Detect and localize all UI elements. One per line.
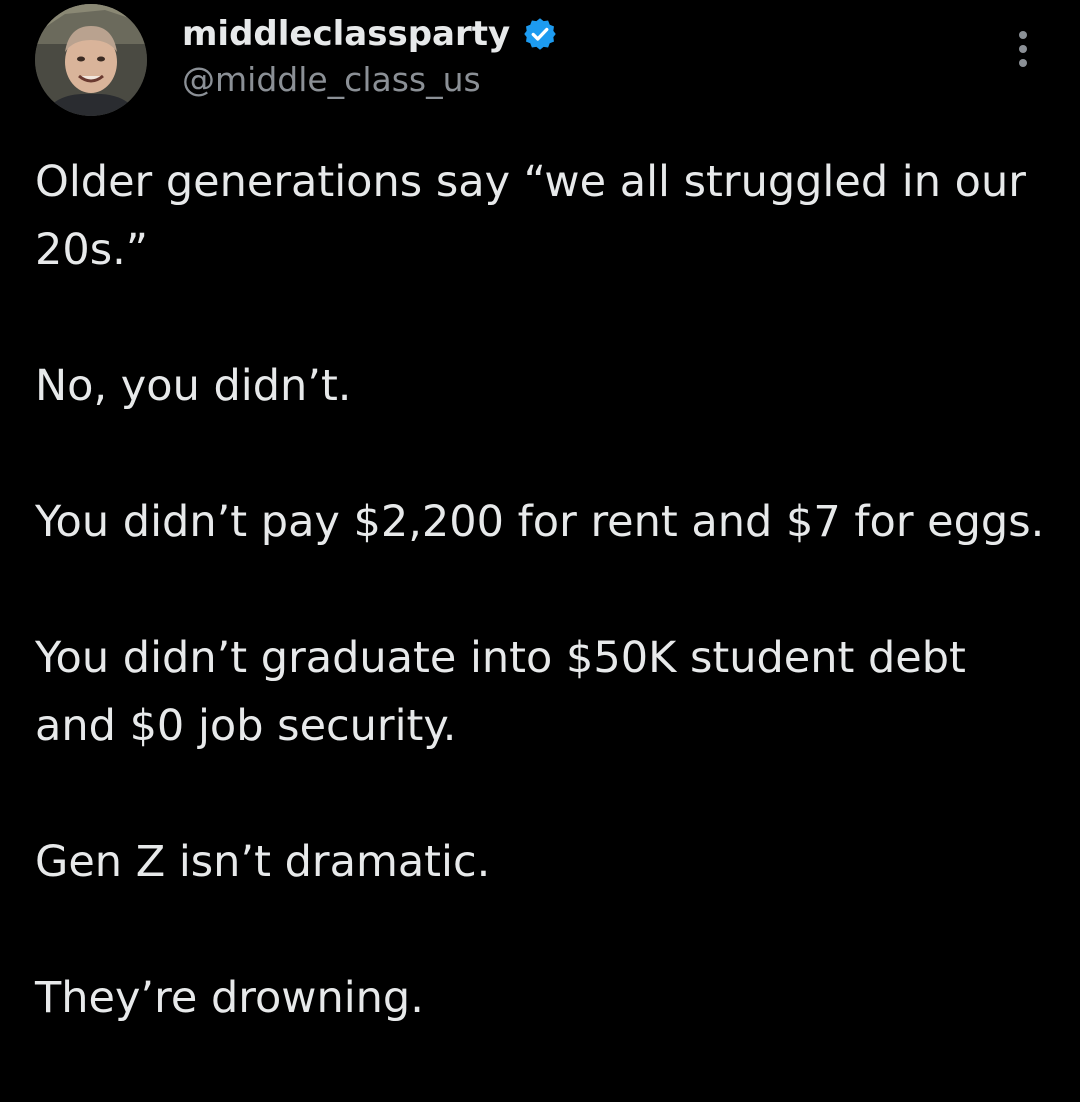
tweet-paragraph: You didn’t pay $2,200 for rent and $7 fo…	[35, 497, 1045, 547]
display-name[interactable]: middleclassparty	[182, 14, 510, 54]
tweet-paragraph: They’re drowning.	[35, 973, 424, 1023]
tweet-paragraph: Gen Z isn’t dramatic.	[35, 837, 491, 887]
tweet-paragraph: You didn’t graduate into $50K student de…	[35, 633, 966, 751]
more-options-button[interactable]	[1006, 30, 1040, 68]
avatar[interactable]	[35, 4, 147, 116]
more-vertical-icon	[1019, 31, 1027, 67]
verified-badge-icon	[522, 16, 558, 52]
tweet-paragraph: Older generations say “we all struggled …	[35, 157, 1026, 275]
avatar-image	[35, 4, 147, 116]
author-name-row[interactable]: middleclassparty	[182, 10, 558, 58]
tweet: middleclassparty @middle_class_us Older …	[0, 0, 1080, 1102]
tweet-text: Older generations say “we all struggled …	[35, 148, 1045, 1032]
author-handle[interactable]: @middle_class_us	[182, 60, 481, 99]
tweet-paragraph: No, you didn’t.	[35, 361, 352, 411]
